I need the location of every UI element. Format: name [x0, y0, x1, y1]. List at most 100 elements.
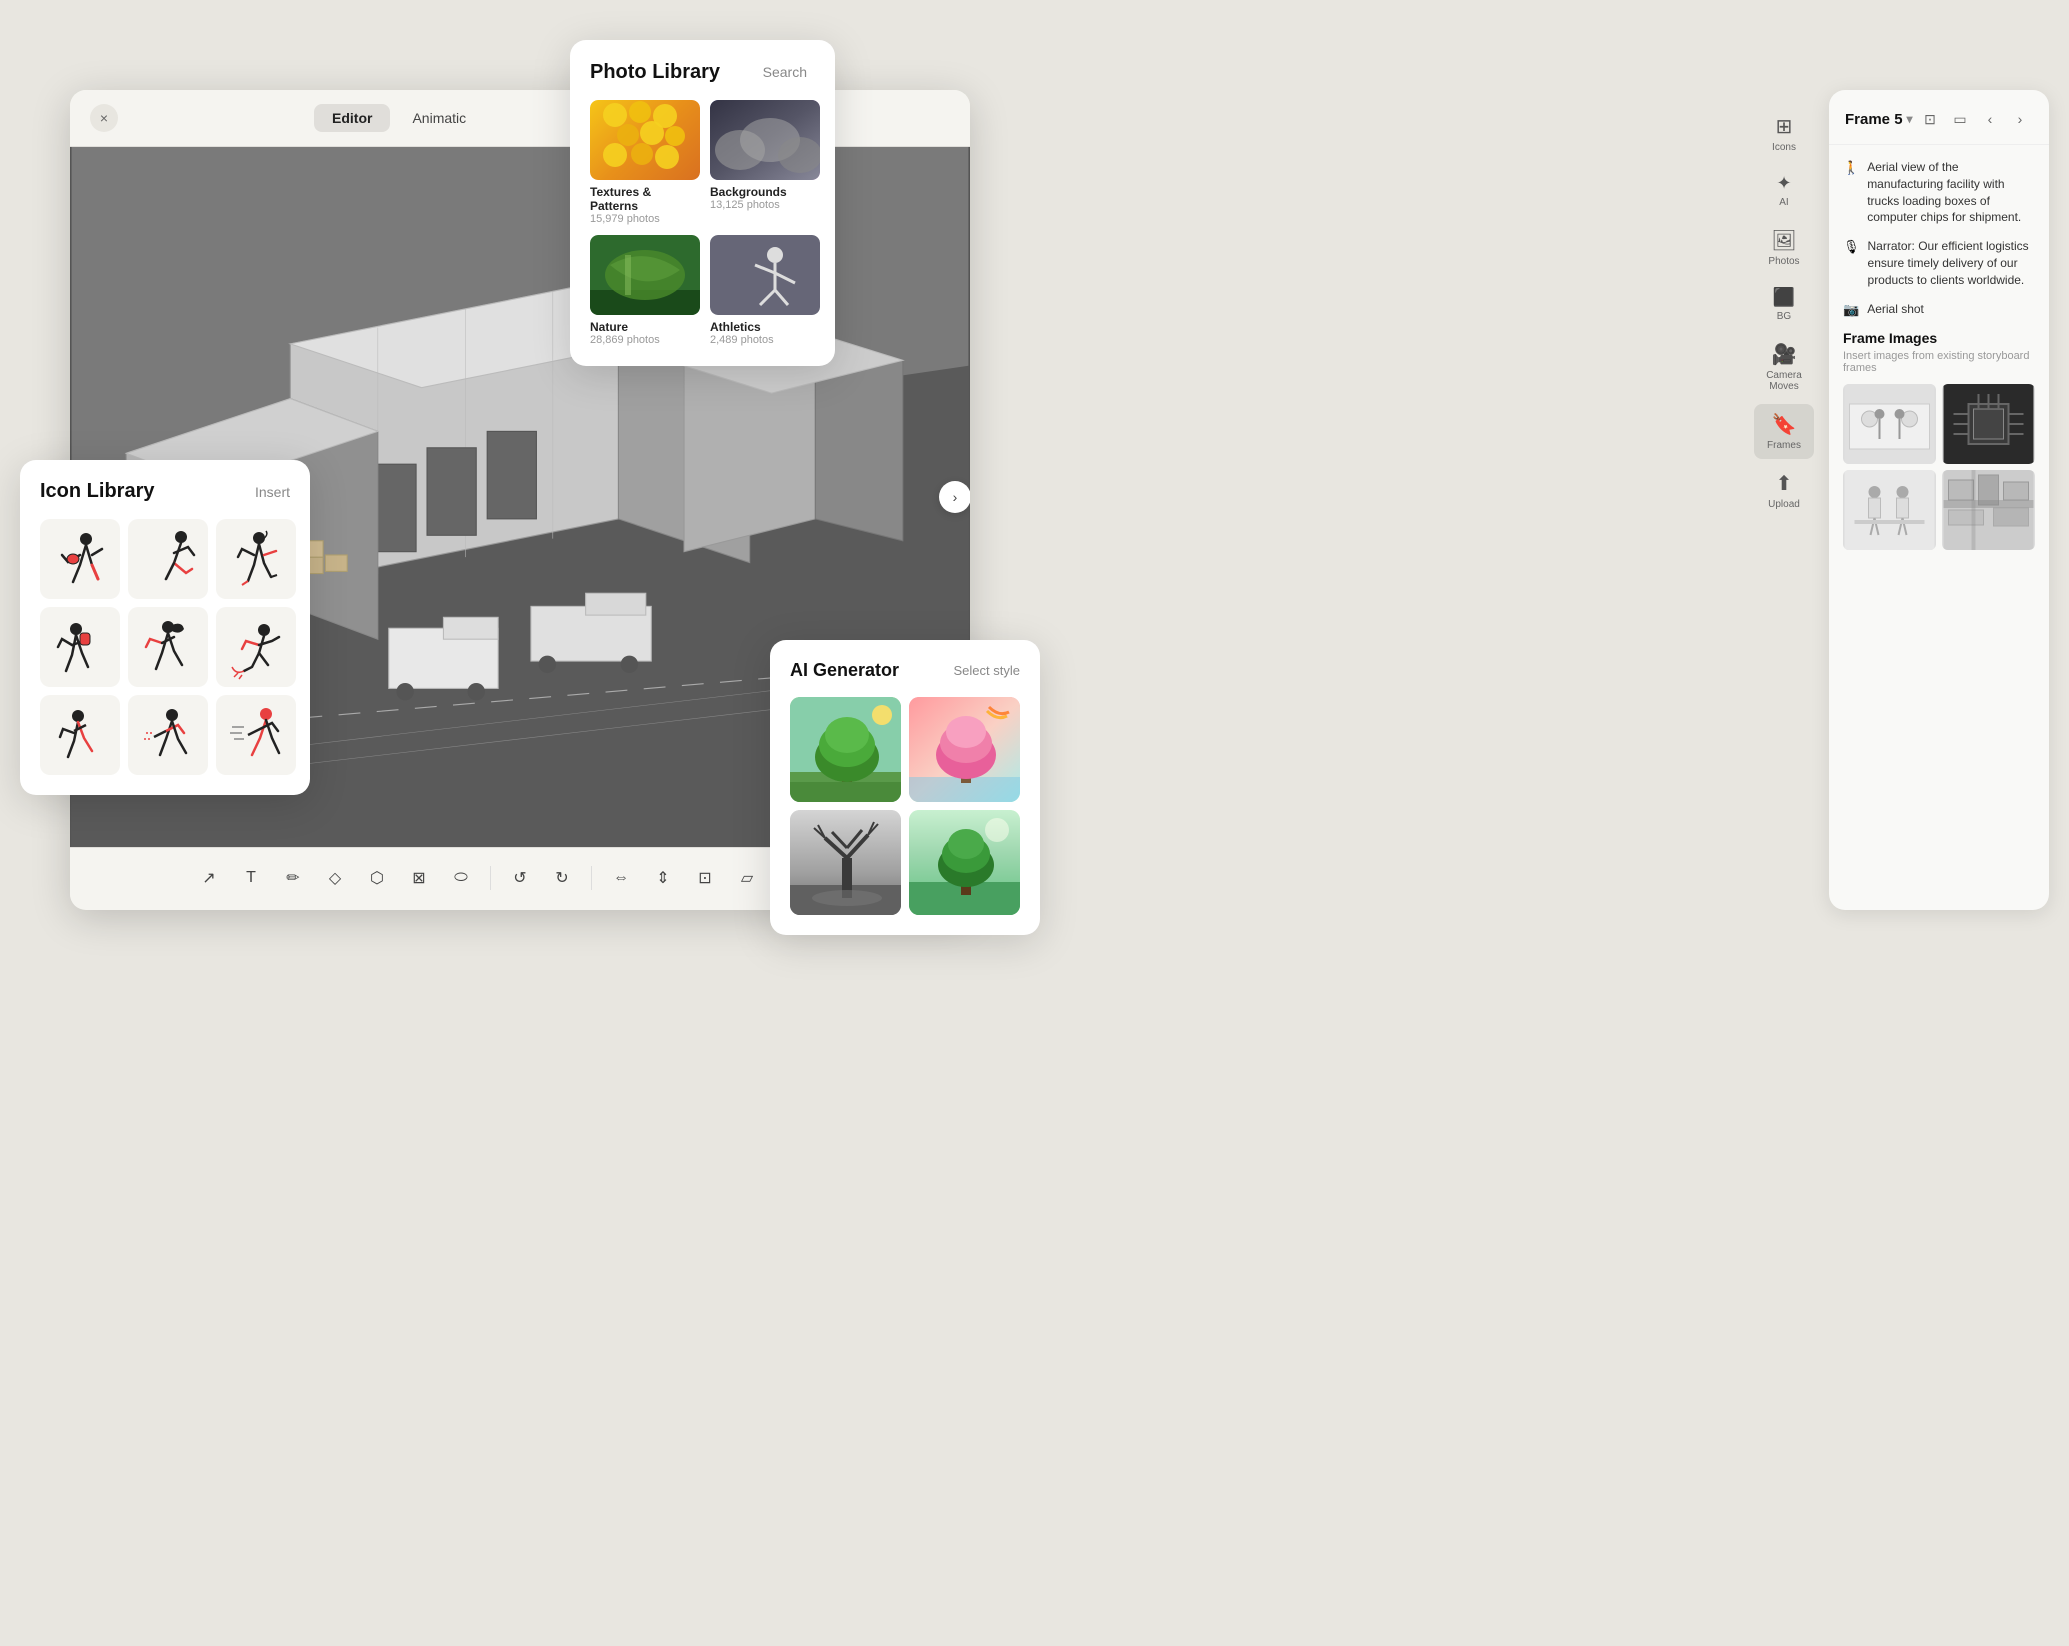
- frame-images-section: Frame Images Insert images from existing…: [1843, 330, 2035, 550]
- icon-item-8[interactable]: [128, 695, 208, 775]
- icon-item-6[interactable]: [216, 607, 296, 687]
- icon-insert-button[interactable]: Insert: [255, 484, 290, 500]
- photo-category-backgrounds[interactable]: Backgrounds 13,125 photos: [710, 100, 820, 225]
- sidebar-tool-ai[interactable]: ✦ AI: [1754, 165, 1814, 216]
- icon-item-2[interactable]: [128, 519, 208, 599]
- icons-label: Icons: [1772, 142, 1796, 153]
- canvas-next-arrow[interactable]: ›: [939, 481, 970, 513]
- tool-flip-h[interactable]: ⇔: [604, 861, 638, 895]
- frame-thumb-lab[interactable]: [1843, 384, 1936, 464]
- photo-category-nature[interactable]: Nature 28,869 photos: [590, 235, 700, 346]
- icon-item-3[interactable]: [216, 519, 296, 599]
- photo-thumb-nature: [590, 235, 700, 315]
- scene-person-icon: 🚶: [1843, 160, 1859, 176]
- sidebar-tool-bg[interactable]: ⬛ BG: [1754, 279, 1814, 330]
- photo-thumb-backgrounds: [710, 100, 820, 180]
- upload-label: Upload: [1768, 499, 1800, 510]
- tool-crop[interactable]: ⊡: [688, 861, 722, 895]
- tool-fill[interactable]: ⬡: [360, 861, 394, 895]
- close-button[interactable]: ×: [90, 104, 118, 132]
- scene-mic-icon: 🎙: [1843, 239, 1860, 255]
- sidebar-tool-photos[interactable]: 🖼 Photos: [1754, 220, 1814, 275]
- icon-library-panel: Icon Library Insert: [20, 460, 310, 795]
- panel-frame-icon[interactable]: ⊡: [1917, 106, 1943, 132]
- ai-generator-panel: AI Generator Select style: [770, 640, 1040, 935]
- sidebar-tool-upload[interactable]: ⬆ Upload: [1754, 463, 1814, 518]
- sidebar-tool-frames[interactable]: 🔖 Frames: [1754, 404, 1814, 459]
- tool-oval[interactable]: ⬭: [444, 861, 478, 895]
- frame-thumb-workers[interactable]: [1843, 470, 1936, 550]
- photo-cat-name-nature: Nature: [590, 320, 700, 334]
- tool-frame[interactable]: ▱: [730, 861, 764, 895]
- frame-images-title: Frame Images: [1843, 330, 2035, 346]
- ai-panel-header: AI Generator Select style: [790, 660, 1020, 681]
- icon-item-4[interactable]: [40, 607, 120, 687]
- right-panel-header: Frame 5 ▾ ⊡ ▭ ‹ ›: [1829, 90, 2049, 145]
- toolbar-divider-1: [490, 866, 491, 890]
- scene-text-3: Aerial shot: [1867, 301, 1924, 318]
- close-icon: ×: [100, 110, 108, 126]
- bg-label: BG: [1777, 311, 1791, 322]
- scene-text-2: Narrator: Our efficient logistics ensure…: [1868, 238, 2035, 288]
- right-panel: Frame 5 ▾ ⊡ ▭ ‹ › 🚶 Aerial view of the m…: [1829, 90, 2049, 910]
- sidebar-tool-camera[interactable]: 🎥 Camera Moves: [1754, 334, 1814, 400]
- tab-editor[interactable]: Editor: [314, 104, 390, 132]
- camera-label: Camera Moves: [1760, 370, 1808, 392]
- photo-cat-count-athletics: 2,489 photos: [710, 334, 820, 346]
- right-panel-body: 🚶 Aerial view of the manufacturing facil…: [1829, 145, 2049, 564]
- scene-text-1: Aerial view of the manufacturing facilit…: [1867, 159, 2035, 226]
- ai-tool-icon: ✦: [1776, 173, 1791, 194]
- photo-library-header: Photo Library Search: [590, 60, 815, 84]
- scene-item-2: 🎙 Narrator: Our efficient logistics ensu…: [1843, 238, 2035, 288]
- panel-nav: ⊡ ▭ ‹ ›: [1917, 106, 2033, 132]
- ai-image-tree-green[interactable]: [790, 697, 901, 802]
- photo-thumb-textures: [590, 100, 700, 180]
- tool-flip-v[interactable]: ⇕: [646, 861, 680, 895]
- photo-cat-count-nature: 28,869 photos: [590, 334, 700, 346]
- icon-item-7[interactable]: [40, 695, 120, 775]
- ai-generator-title: AI Generator: [790, 660, 899, 681]
- tool-undo[interactable]: ↺: [503, 861, 537, 895]
- frame-thumb-chip[interactable]: [1942, 384, 2035, 464]
- photo-category-textures[interactable]: Textures & Patterns 15,979 photos: [590, 100, 700, 225]
- tool-redo[interactable]: ↻: [545, 861, 579, 895]
- frame-thumb-city[interactable]: [1942, 470, 2035, 550]
- photo-library-panel: Photo Library Search: [570, 40, 835, 366]
- photos-icon: 🖼: [1771, 228, 1796, 253]
- ai-image-tree-dark[interactable]: [790, 810, 901, 915]
- editor-tabs: Editor Animatic: [314, 104, 484, 132]
- ai-style-button[interactable]: Select style: [954, 663, 1020, 678]
- sidebar-tool-icons[interactable]: ⊞ Icons: [1754, 106, 1814, 161]
- photo-cat-name-athletics: Athletics: [710, 320, 820, 334]
- frames-label: Frames: [1767, 440, 1801, 451]
- photo-thumb-athletics: [710, 235, 820, 315]
- photo-category-athletics[interactable]: Athletics 2,489 photos: [710, 235, 820, 346]
- tool-erase[interactable]: ⊠: [402, 861, 436, 895]
- panel-next-button[interactable]: ›: [2007, 106, 2033, 132]
- ai-image-tree-meadow[interactable]: [909, 810, 1020, 915]
- frame-images-grid: [1843, 384, 2035, 550]
- icon-item-9[interactable]: [216, 695, 296, 775]
- right-sidebar: ⊞ Icons ✦ AI 🖼 Photos ⬛ BG 🎥 Camera Move…: [1749, 90, 1819, 710]
- icon-item-5[interactable]: [128, 607, 208, 687]
- ai-image-tree-pink[interactable]: [909, 697, 1020, 802]
- tool-pencil[interactable]: ✏: [276, 861, 310, 895]
- tool-text[interactable]: T: [234, 861, 268, 895]
- tool-diamond[interactable]: ◇: [318, 861, 352, 895]
- camera-icon: 🎥: [1772, 342, 1797, 367]
- panel-prev-button[interactable]: ‹: [1977, 106, 2003, 132]
- tab-animatic[interactable]: Animatic: [394, 104, 484, 132]
- ai-label: AI: [1779, 197, 1788, 208]
- scene-item-3: 📷 Aerial shot: [1843, 301, 2035, 318]
- photo-search-button[interactable]: Search: [755, 60, 815, 84]
- icon-item-1[interactable]: [40, 519, 120, 599]
- editor-header: × Editor Animatic: [70, 90, 970, 147]
- frame-title: Frame 5 ▾: [1845, 111, 1913, 128]
- icons-icon: ⊞: [1776, 114, 1793, 139]
- tool-select[interactable]: ↗: [192, 861, 226, 895]
- photo-category-grid: Textures & Patterns 15,979 photos: [590, 100, 815, 346]
- bg-icon: ⬛: [1773, 287, 1795, 308]
- photo-cat-count-textures: 15,979 photos: [590, 213, 700, 225]
- panel-comment-icon[interactable]: ▭: [1947, 106, 1973, 132]
- photo-cat-name-backgrounds: Backgrounds: [710, 185, 820, 199]
